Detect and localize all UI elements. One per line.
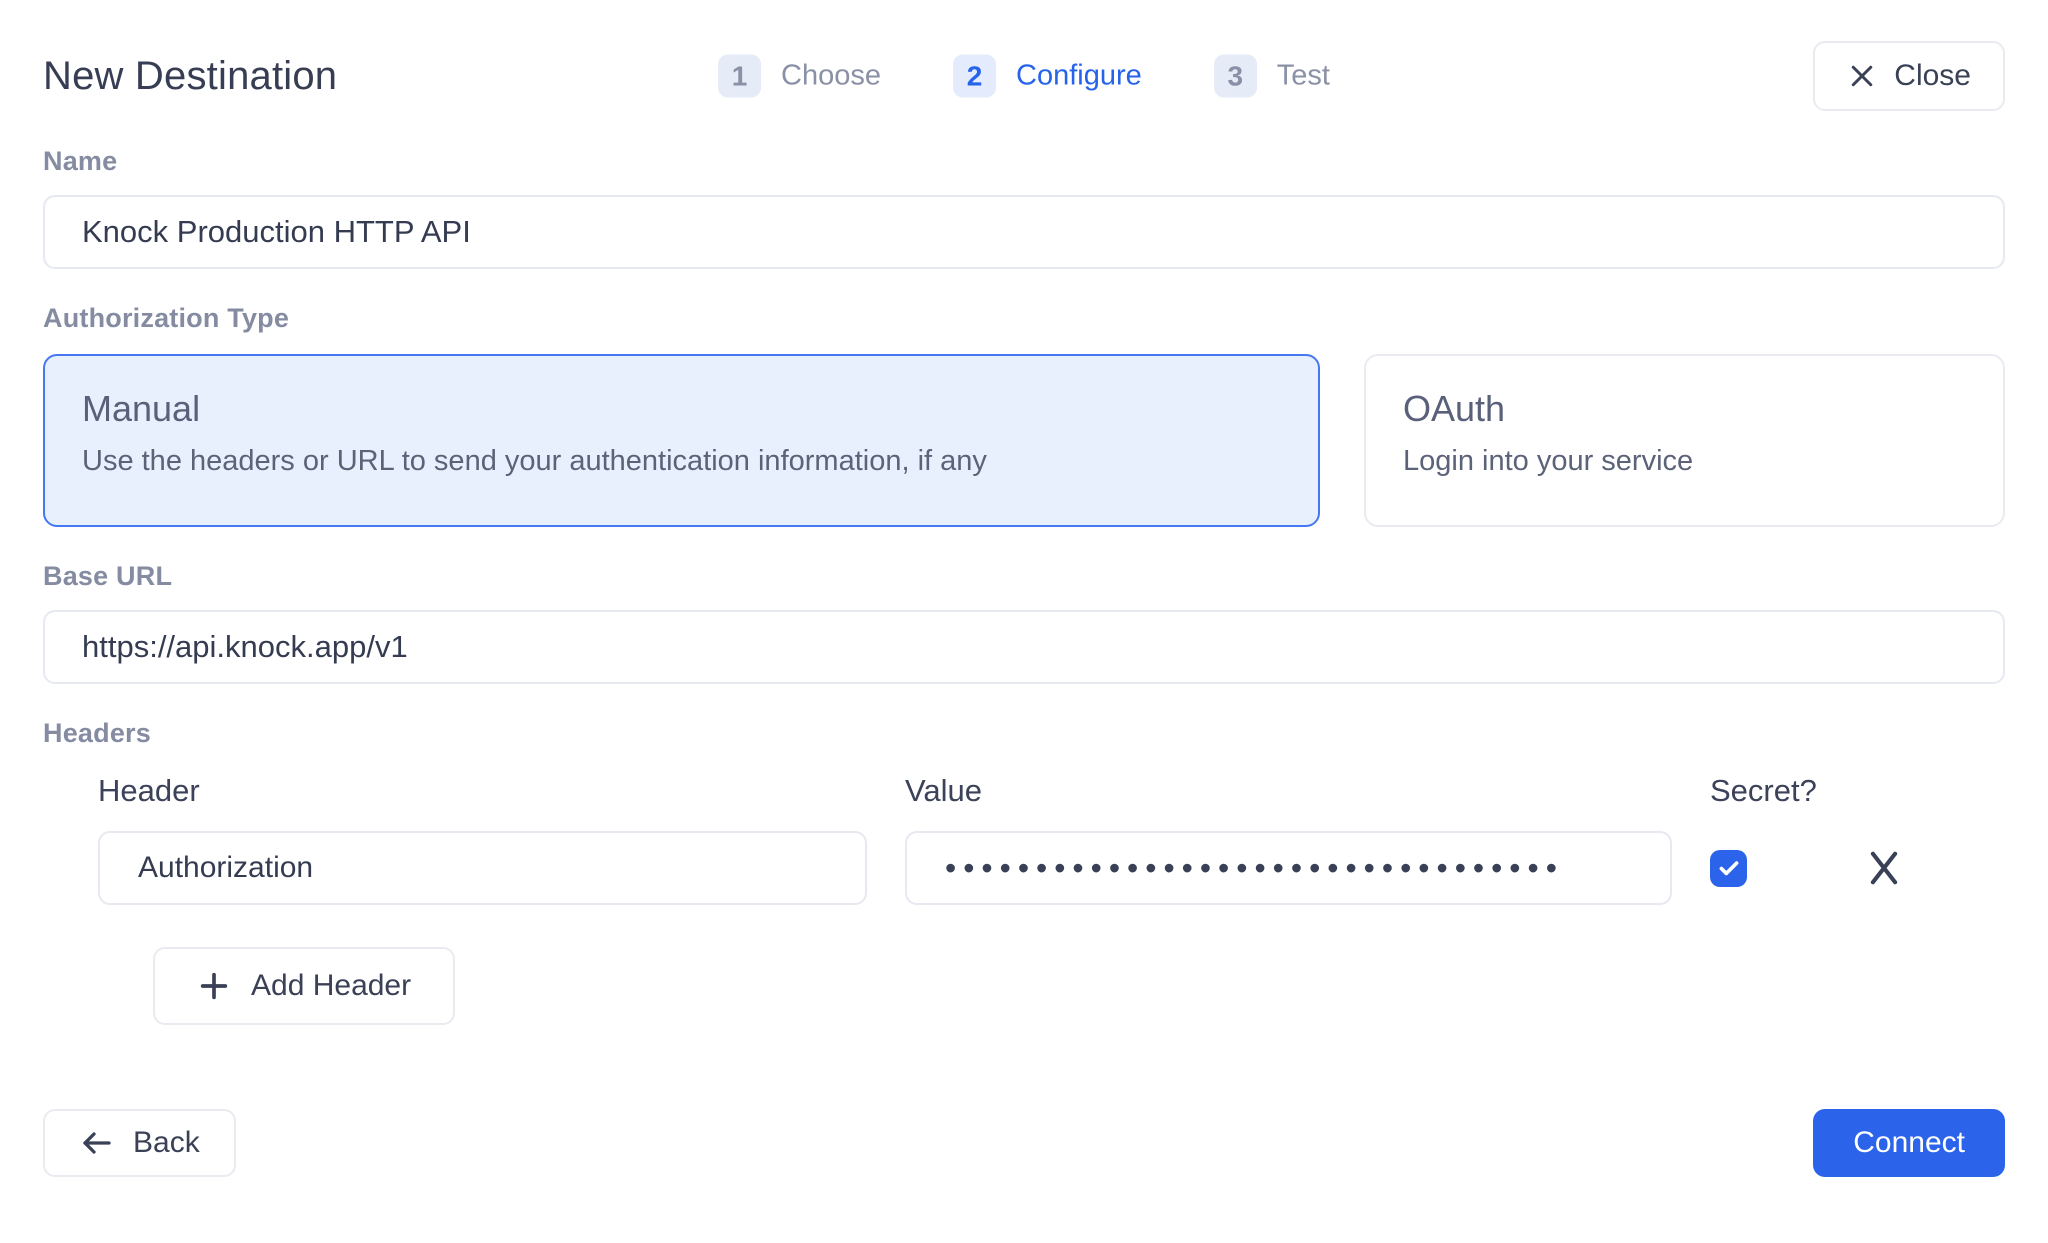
new-destination-dialog: New Destination 1 Choose 2 Configure 3 T…: [0, 40, 2048, 1177]
arrow-left-icon: [79, 1125, 115, 1161]
stepper: 1 Choose 2 Configure 3 Test: [718, 55, 1330, 98]
step-choose[interactable]: 1 Choose: [718, 55, 881, 98]
step-number-badge: 2: [953, 55, 996, 98]
base-url-input[interactable]: [43, 610, 2005, 684]
base-url-label: Base URL: [43, 561, 2005, 592]
name-input[interactable]: [43, 195, 2005, 269]
column-value: Value: [905, 773, 1672, 809]
close-icon: [1847, 61, 1877, 91]
step-number-badge: 3: [1214, 55, 1257, 98]
connect-button[interactable]: Connect: [1813, 1109, 2005, 1177]
step-label: Configure: [1016, 60, 1142, 93]
delete-header-button[interactable]: [1865, 847, 1903, 889]
auth-option-title: OAuth: [1403, 388, 1966, 430]
connect-button-label: Connect: [1853, 1126, 1965, 1160]
headers-label: Headers: [43, 718, 2005, 749]
column-secret: Secret?: [1710, 773, 2005, 809]
authorization-type-label: Authorization Type: [43, 303, 2005, 334]
auth-option-description: Login into your service: [1403, 445, 1966, 478]
authorization-type-options: Manual Use the headers or URL to send yo…: [43, 354, 2005, 527]
back-button[interactable]: Back: [43, 1109, 236, 1177]
page-title: New Destination: [43, 54, 337, 99]
auth-option-description: Use the headers or URL to send your auth…: [82, 445, 1281, 478]
step-label: Test: [1277, 60, 1330, 93]
header-value-input[interactable]: [905, 831, 1672, 905]
close-button-label: Close: [1894, 59, 1971, 93]
dialog-footer: Back Connect: [43, 1109, 2005, 1177]
add-header-button[interactable]: Add Header: [153, 947, 455, 1025]
step-label: Choose: [781, 60, 881, 93]
header-row: [98, 831, 2005, 905]
x-icon: [1865, 847, 1903, 889]
headers-table-columns: Header Value Secret?: [98, 773, 2005, 809]
secret-cell: [1710, 847, 2005, 889]
header-name-input[interactable]: [98, 831, 867, 905]
step-number-badge: 1: [718, 55, 761, 98]
plus-icon: [197, 969, 231, 1003]
auth-option-manual[interactable]: Manual Use the headers or URL to send yo…: [43, 354, 1320, 527]
dialog-header: New Destination 1 Choose 2 Configure 3 T…: [43, 40, 2005, 112]
back-button-label: Back: [133, 1126, 200, 1160]
close-button[interactable]: Close: [1813, 41, 2005, 111]
check-icon: [1716, 855, 1742, 881]
step-test[interactable]: 3 Test: [1214, 55, 1330, 98]
step-configure[interactable]: 2 Configure: [953, 55, 1142, 98]
column-header: Header: [98, 773, 867, 809]
headers-table: Header Value Secret?: [43, 773, 2005, 1025]
secret-checkbox[interactable]: [1710, 850, 1747, 887]
auth-option-oauth[interactable]: OAuth Login into your service: [1364, 354, 2005, 527]
name-label: Name: [43, 146, 2005, 177]
add-header-label: Add Header: [251, 969, 411, 1003]
auth-option-title: Manual: [82, 388, 1281, 430]
